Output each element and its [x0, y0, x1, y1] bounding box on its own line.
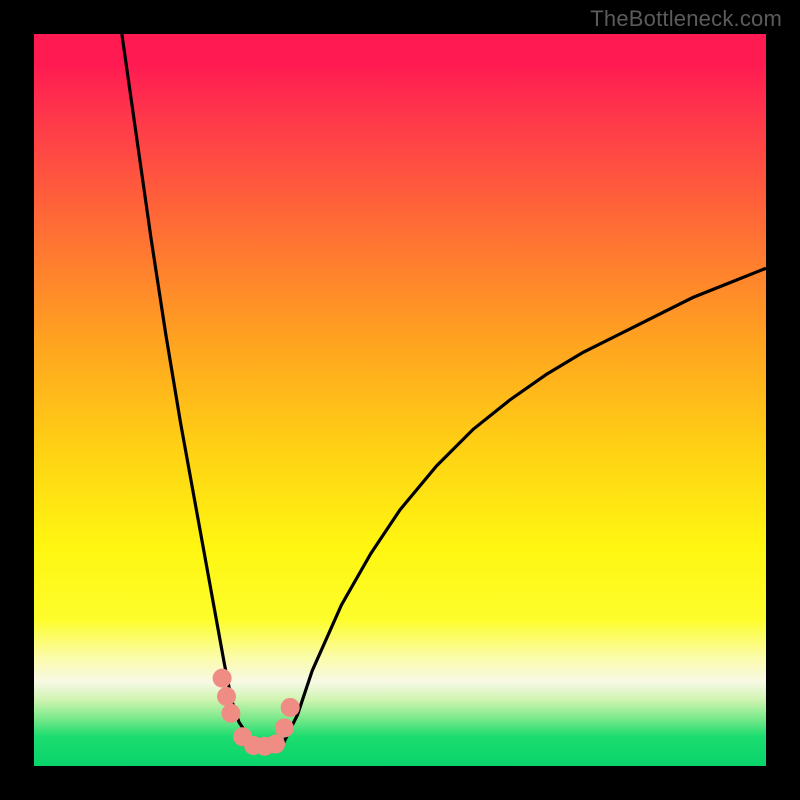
- curve-path: [122, 34, 766, 748]
- chart-svg: [34, 34, 766, 766]
- optimum-markers: [213, 669, 300, 756]
- optimum-marker: [275, 718, 294, 737]
- optimum-marker: [281, 698, 300, 717]
- optimum-marker: [266, 735, 285, 754]
- optimum-marker: [221, 704, 240, 723]
- optimum-marker: [213, 669, 232, 688]
- optimum-marker: [217, 687, 236, 706]
- bottleneck-curve: [122, 34, 766, 748]
- plot-area: [34, 34, 766, 766]
- watermark-label: TheBottleneck.com: [590, 6, 782, 32]
- chart-frame: TheBottleneck.com: [0, 0, 800, 800]
